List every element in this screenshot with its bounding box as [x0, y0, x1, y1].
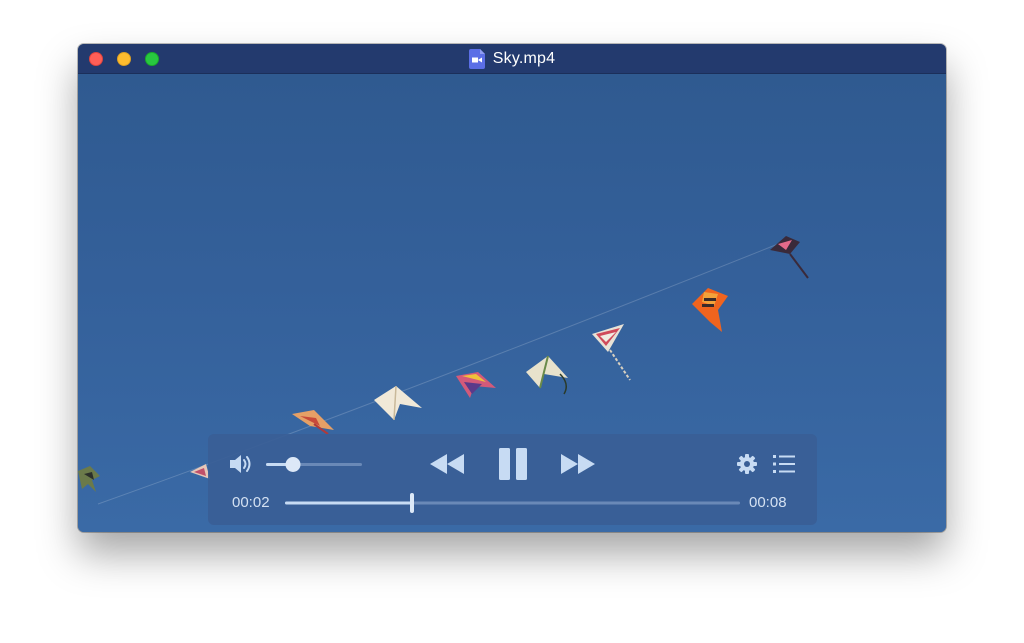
gear-icon[interactable] [737, 454, 757, 474]
pause-icon [499, 448, 527, 480]
kite-image [78, 466, 100, 492]
fast-forward-button[interactable] [561, 454, 595, 474]
kite-image [692, 288, 728, 332]
title-bar[interactable]: Sky.mp4 [78, 44, 946, 74]
volume-slider[interactable] [266, 454, 362, 474]
rewind-icon [430, 454, 464, 474]
seek-handle[interactable] [410, 493, 414, 513]
rewind-button[interactable] [430, 454, 464, 474]
duration: 00:08 [749, 494, 787, 511]
kite-image [374, 385, 422, 421]
window-title: Sky.mp4 [492, 50, 556, 67]
video-file-icon [468, 49, 485, 69]
current-time: 00:02 [232, 494, 270, 511]
seek-progress [285, 501, 412, 505]
pause-button[interactable] [498, 448, 528, 480]
window-title-group: Sky.mp4 [78, 44, 946, 74]
kite-image [190, 464, 210, 479]
list-icon[interactable] [773, 454, 795, 474]
video-area[interactable]: 00:02 00:08 [78, 74, 946, 532]
playback-controls: 00:02 00:08 [208, 434, 817, 525]
player-window: Sky.mp4 00:02 00:08 [78, 44, 946, 532]
seek-bar[interactable] [285, 492, 740, 514]
kite-image [592, 324, 631, 381]
kite-image [770, 236, 809, 279]
volume-knob[interactable] [285, 457, 301, 472]
fast-forward-icon [561, 454, 595, 474]
kite-image [526, 355, 568, 395]
speaker-icon[interactable] [229, 453, 255, 475]
kite-image [456, 372, 496, 398]
